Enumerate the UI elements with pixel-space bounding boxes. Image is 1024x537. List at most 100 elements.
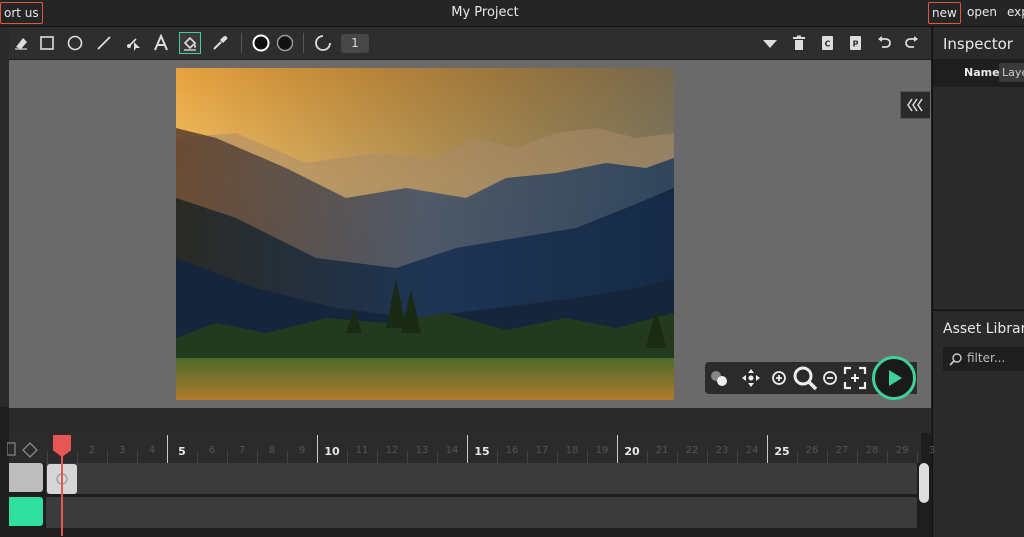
timeline-scrollbar[interactable] [919, 463, 929, 503]
frame-number[interactable]: 4 [137, 445, 167, 456]
frame-tick [197, 451, 198, 463]
frame-number[interactable]: 7 [227, 445, 257, 456]
frame-tick [857, 451, 858, 463]
asset-filter-input[interactable]: filter... [943, 347, 1024, 371]
frame-tick [827, 451, 828, 463]
toolbar-divider [241, 33, 242, 53]
frame-number[interactable]: 2 [77, 445, 107, 456]
new-button[interactable]: new [928, 2, 961, 24]
undo-icon[interactable] [873, 32, 895, 54]
layer-color-tag[interactable] [9, 497, 43, 526]
fill-bucket-icon[interactable] [179, 32, 201, 54]
frame-tick [467, 435, 468, 463]
frame-number[interactable]: 11 [347, 445, 377, 456]
copy-icon[interactable]: C [817, 32, 839, 54]
frame-tick [737, 451, 738, 463]
rectangle-icon[interactable] [36, 32, 58, 54]
frame-number[interactable]: 16 [497, 445, 527, 456]
frame-tick [557, 451, 558, 463]
frame-number[interactable]: 24 [737, 445, 767, 456]
frame-number[interactable]: 9 [287, 445, 317, 456]
project-title: My Project [451, 5, 519, 20]
frame-tick [47, 451, 48, 463]
layer-track-1[interactable] [46, 463, 917, 494]
trash-icon[interactable] [788, 32, 810, 54]
line-icon[interactable] [93, 32, 115, 54]
asset-library-panel: Asset Library filter... [932, 310, 1024, 537]
frame-number[interactable]: 6 [197, 445, 227, 456]
fit-to-screen-icon[interactable] [843, 366, 867, 390]
name-label: Name [964, 66, 1000, 79]
frame-number[interactable]: 19 [587, 445, 617, 456]
inspector-title: Inspector [943, 35, 1013, 53]
eyedropper-icon[interactable] [209, 32, 231, 54]
frame-number[interactable]: 29 [887, 445, 917, 456]
frame-number[interactable]: 28 [857, 445, 887, 456]
frame-tick [287, 451, 288, 463]
frame-number[interactable]: 17 [527, 445, 557, 456]
stroke-color-swatch[interactable] [250, 32, 272, 54]
left-edge [0, 27, 9, 407]
frame-tick [677, 451, 678, 463]
frame-number[interactable]: 13 [407, 445, 437, 456]
playhead-line [61, 453, 63, 536]
stroke-width-icon [312, 32, 334, 54]
frame-number[interactable]: 5 [167, 445, 197, 458]
frame-tick [107, 451, 108, 463]
frame-number[interactable]: 22 [677, 445, 707, 456]
frame-number[interactable]: 27 [827, 445, 857, 456]
export-button[interactable]: exp [1004, 2, 1024, 22]
frame-number[interactable]: 26 [797, 445, 827, 456]
frame-tick [347, 451, 348, 463]
onion-skin-icon[interactable] [709, 368, 729, 388]
frame-tick [797, 451, 798, 463]
panel-collapse-button[interactable] [900, 91, 930, 119]
timeline: 1234567891011121314151617181920212223242… [7, 433, 935, 536]
frame-tick [587, 451, 588, 463]
dropdown-arrow-icon[interactable] [759, 32, 781, 54]
keyframe-diamond-icon[interactable] [22, 442, 38, 458]
frame-tick [227, 451, 228, 463]
frame-number[interactable]: 3 [917, 445, 947, 456]
frame-number[interactable]: 14 [437, 445, 467, 456]
name-input[interactable]: Laye [999, 63, 1024, 82]
frame-number[interactable]: 10 [317, 445, 347, 458]
paste-icon[interactable]: P [845, 32, 867, 54]
layer-track-2[interactable] [46, 497, 917, 528]
redo-icon[interactable] [901, 32, 923, 54]
layer-row-selected[interactable] [9, 463, 43, 492]
open-button[interactable]: open [964, 2, 1000, 22]
frame-number[interactable]: 25 [767, 445, 797, 458]
search-icon[interactable] [792, 365, 818, 391]
play-button[interactable] [872, 356, 916, 400]
top-bar: ort us My Project new open exp [0, 0, 1024, 27]
text-icon[interactable] [150, 32, 172, 54]
frame-tick [527, 451, 528, 463]
frame-tick [257, 451, 258, 463]
frame-tick [917, 451, 918, 463]
zoom-out-icon[interactable] [820, 368, 840, 388]
fill-color-swatch[interactable] [274, 32, 296, 54]
eraser-icon[interactable] [10, 32, 32, 54]
artboard-landscape-image[interactable] [176, 68, 674, 400]
ellipse-icon[interactable] [64, 32, 86, 54]
path-edit-icon[interactable] [122, 32, 144, 54]
asset-library-title: Asset Library [943, 321, 1024, 337]
frame-number[interactable]: 21 [647, 445, 677, 456]
frame-number[interactable]: 18 [557, 445, 587, 456]
frame-number[interactable]: 12 [377, 445, 407, 456]
frame-number[interactable]: 15 [467, 445, 497, 458]
svg-text:C: C [825, 40, 831, 49]
stroke-width-input[interactable]: 1 [341, 34, 369, 53]
layer-visibility-icon[interactable] [7, 442, 17, 456]
frame-number[interactable]: 3 [107, 445, 137, 456]
frame-tick [707, 451, 708, 463]
filter-placeholder: filter... [967, 351, 1006, 365]
zoom-in-icon[interactable] [769, 368, 789, 388]
frame-tick [887, 451, 888, 463]
pan-icon[interactable] [741, 368, 761, 388]
frame-number[interactable]: 23 [707, 445, 737, 456]
frame-number[interactable]: 8 [257, 445, 287, 456]
frame-number[interactable]: 20 [617, 445, 647, 458]
play-icon [889, 370, 902, 386]
